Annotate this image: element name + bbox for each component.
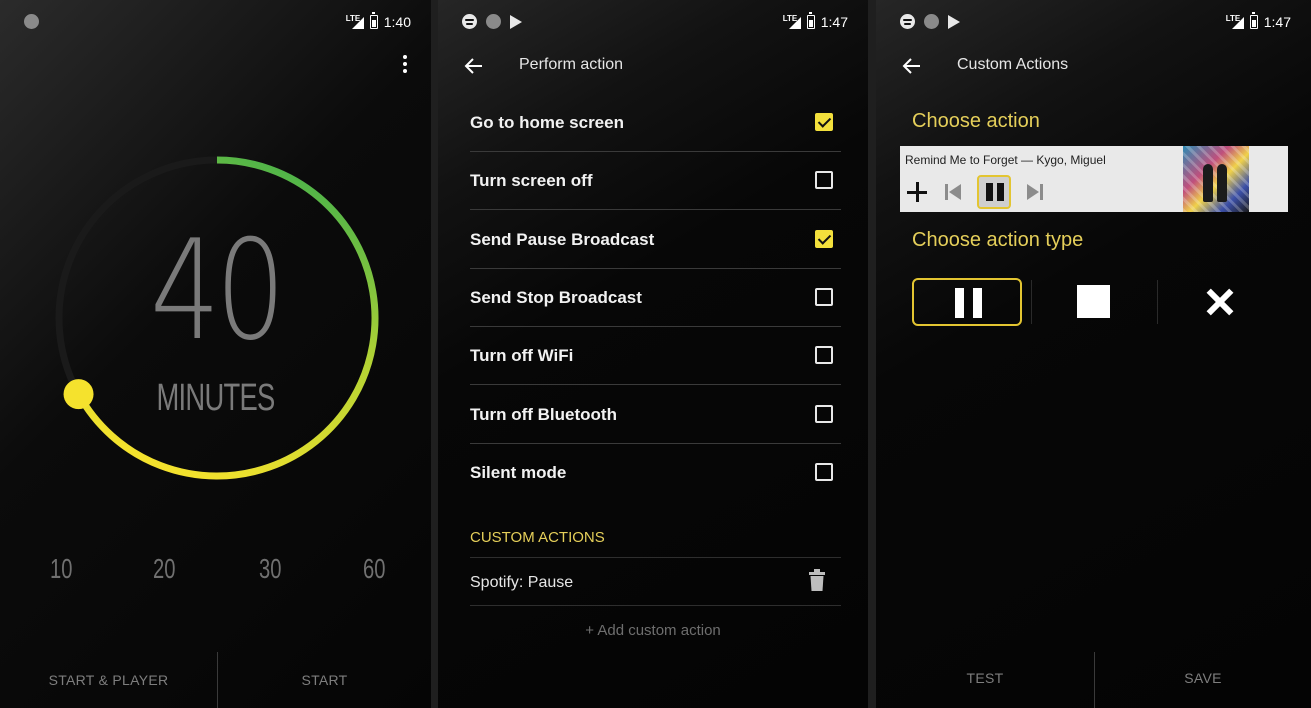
action-label: Silent mode	[470, 463, 567, 482]
action-row-silent[interactable]: Silent mode	[470, 444, 841, 502]
pause-icon	[955, 288, 983, 318]
back-arrow-icon[interactable]	[464, 56, 484, 76]
stop-icon	[1077, 285, 1110, 318]
action-label: Turn screen off	[470, 171, 593, 190]
album-art-figure	[1203, 164, 1213, 202]
custom-action-row[interactable]: Spotify: Pause	[470, 558, 841, 606]
bottom-button-bar: TEST SAVE	[876, 652, 1311, 708]
preset-20[interactable]: 20	[153, 553, 175, 585]
play-store-icon	[948, 14, 960, 29]
action-label: Turn off WiFi	[470, 346, 574, 365]
album-art	[1183, 146, 1249, 212]
page-title: Custom Actions	[957, 56, 1069, 73]
status-bar: LTE 1:47	[438, 0, 868, 44]
custom-actions-header: CUSTOM ACTIONS	[470, 529, 605, 546]
album-art-figure	[1217, 164, 1227, 202]
choose-action-type-heading: Choose action type	[912, 229, 1084, 251]
toolbar: Perform action	[438, 44, 868, 88]
action-checkbox[interactable]	[815, 288, 833, 306]
pause-icon[interactable]	[977, 175, 1011, 209]
add-icon[interactable]	[905, 180, 929, 204]
timer-value: 40	[150, 210, 286, 371]
spotify-icon	[900, 14, 915, 29]
action-label: Send Stop Broadcast	[470, 288, 642, 307]
preset-30[interactable]: 30	[259, 553, 281, 585]
notification-dot-icon	[924, 14, 939, 29]
play-store-icon	[510, 14, 522, 29]
notification-controls	[905, 175, 1045, 209]
start-button[interactable]: START	[218, 652, 431, 708]
timer-screen: LTE 1:40 40 MINUTES 10 20 30 60 START & …	[0, 0, 431, 708]
action-checkbox[interactable]	[815, 113, 833, 131]
battery-icon	[1249, 12, 1258, 29]
lte-signal-icon: LTE	[783, 14, 801, 29]
skip-next-icon[interactable]	[1025, 182, 1045, 202]
test-button[interactable]: TEST	[876, 652, 1094, 708]
lte-signal-icon: LTE	[1226, 14, 1244, 29]
action-type-close-button[interactable]	[1165, 278, 1275, 326]
back-arrow-icon[interactable]	[902, 56, 922, 76]
preset-60[interactable]: 60	[363, 553, 385, 585]
action-type-pause-button[interactable]	[912, 278, 1022, 326]
save-button[interactable]: SAVE	[1095, 652, 1311, 708]
action-checkbox[interactable]	[815, 346, 833, 364]
start-and-player-button[interactable]: START & PLAYER	[0, 652, 217, 708]
action-row-bluetooth[interactable]: Turn off Bluetooth	[470, 386, 841, 444]
skip-previous-icon[interactable]	[943, 182, 963, 202]
action-row-home[interactable]: Go to home screen	[470, 94, 841, 152]
divider	[1031, 280, 1032, 324]
add-custom-action-button[interactable]: + Add custom action	[438, 622, 868, 639]
action-row-screen-off[interactable]: Turn screen off	[470, 152, 841, 210]
toolbar: Custom Actions	[876, 44, 1311, 88]
divider	[1157, 280, 1158, 324]
action-row-stop-broadcast[interactable]: Send Stop Broadcast	[470, 269, 841, 327]
action-checkbox[interactable]	[815, 230, 833, 248]
trash-icon[interactable]	[809, 569, 825, 591]
action-row-wifi[interactable]: Turn off WiFi	[470, 327, 841, 385]
custom-action-label: Spotify: Pause	[470, 574, 574, 591]
screen-gap	[868, 0, 876, 708]
page-title: Perform action	[519, 56, 624, 73]
battery-icon	[806, 12, 815, 29]
spotify-icon	[462, 14, 477, 29]
close-icon	[1205, 287, 1235, 317]
status-time: 1:47	[1263, 14, 1291, 30]
action-label: Go to home screen	[470, 113, 624, 132]
action-checkbox[interactable]	[815, 405, 833, 423]
notification-track-title: Remind Me to Forget — Kygo, Miguel	[905, 153, 1106, 167]
action-type-stop-button[interactable]	[1039, 278, 1149, 326]
action-label: Turn off Bluetooth	[470, 405, 617, 424]
custom-actions-screen: LTE 1:47 Custom Actions Choose action Re…	[876, 0, 1311, 708]
action-checkbox[interactable]	[815, 171, 833, 189]
notification-dot-icon	[486, 14, 501, 29]
media-notification[interactable]: Remind Me to Forget — Kygo, Miguel	[900, 146, 1288, 212]
timer-unit-label: MINUTES	[156, 377, 275, 419]
perform-action-screen: LTE 1:47 Perform action Go to home scree…	[438, 0, 868, 708]
screen-gap	[431, 0, 438, 708]
bottom-button-bar: START & PLAYER START	[0, 652, 431, 708]
choose-action-heading: Choose action	[912, 110, 1040, 132]
preset-10[interactable]: 10	[50, 553, 72, 585]
action-row-pause-broadcast[interactable]: Send Pause Broadcast	[470, 211, 841, 269]
status-time: 1:47	[820, 14, 848, 30]
status-bar: LTE 1:47	[876, 0, 1311, 44]
action-checkbox[interactable]	[815, 463, 833, 481]
action-label: Send Pause Broadcast	[470, 230, 655, 249]
preset-list: 10 20 30 60	[0, 553, 431, 589]
